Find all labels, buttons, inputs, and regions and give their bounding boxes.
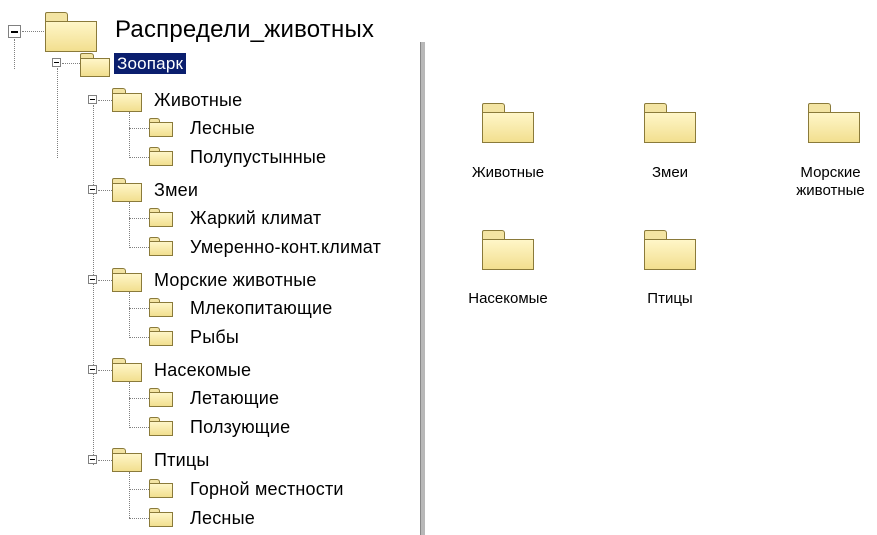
folder-icon (149, 208, 173, 227)
collapse-insects-button[interactable] (88, 365, 97, 374)
tree-item-crawling[interactable]: Ползующие (190, 416, 290, 438)
folder-icon (112, 268, 142, 292)
folder-icon (149, 147, 173, 166)
folder-icon (149, 388, 173, 407)
folder-icon (149, 417, 173, 436)
tree-item-forest[interactable]: Лесные (190, 117, 255, 139)
content-item-snakes[interactable]: Змеи (615, 164, 725, 182)
tree-item-animals[interactable]: Животные (154, 89, 242, 111)
folder-icon[interactable] (808, 103, 860, 143)
collapse-birds-button[interactable] (88, 455, 97, 464)
folder-icon (149, 298, 173, 317)
pane-splitter[interactable] (420, 42, 425, 535)
collapse-sea-animals-button[interactable] (88, 275, 97, 284)
content-item-sea-animals[interactable]: Морские животные (778, 164, 877, 200)
collapse-root-button[interactable] (8, 25, 21, 38)
tree-item-flying[interactable]: Летающие (190, 387, 279, 409)
folder-icon (112, 178, 142, 202)
content-item-animals[interactable]: Животные (453, 164, 563, 182)
folder-icon[interactable] (644, 230, 696, 270)
tree-item-hot-climate[interactable]: Жаркий климат (190, 207, 321, 229)
folder-icon[interactable] (482, 230, 534, 270)
tree-item-sea-animals[interactable]: Морские животные (154, 269, 317, 291)
tree-item-forest-birds[interactable]: Лесные (190, 507, 255, 529)
folder-icon (149, 508, 173, 527)
folder-icon (112, 448, 142, 472)
folder-icon (112, 88, 142, 112)
collapse-snakes-button[interactable] (88, 185, 97, 194)
content-item-birds[interactable]: Птицы (615, 290, 725, 308)
tree-item-mountain[interactable]: Горной местности (190, 478, 344, 500)
folder-icon (112, 358, 142, 382)
folder-icon (149, 479, 173, 498)
tree-item-snakes[interactable]: Змеи (154, 179, 198, 201)
tree-root-label[interactable]: Распредели_животных (115, 15, 374, 45)
folder-icon (149, 237, 173, 256)
tree-item-mammals[interactable]: Млекопитающие (190, 297, 332, 319)
folder-icon[interactable] (644, 103, 696, 143)
folder-icon (149, 327, 173, 346)
folder-icon (45, 12, 97, 52)
open-folder-icon (80, 53, 110, 77)
tree-item-fish[interactable]: Рыбы (190, 326, 239, 348)
collapse-zoo-button[interactable] (52, 58, 61, 67)
collapse-animals-button[interactable] (88, 95, 97, 104)
folder-icon[interactable] (482, 103, 534, 143)
tree-item-birds[interactable]: Птицы (154, 449, 209, 471)
tree-item-semidesert[interactable]: Полупустынные (190, 146, 326, 168)
tree-item-zoo[interactable]: Зоопарк (114, 53, 187, 74)
tree-item-temperate-climate[interactable]: Умеренно-конт.климат (190, 236, 381, 258)
folder-icon (149, 118, 173, 137)
tree-item-insects[interactable]: Насекомые (154, 359, 251, 381)
content-item-insects[interactable]: Насекомые (453, 290, 563, 308)
